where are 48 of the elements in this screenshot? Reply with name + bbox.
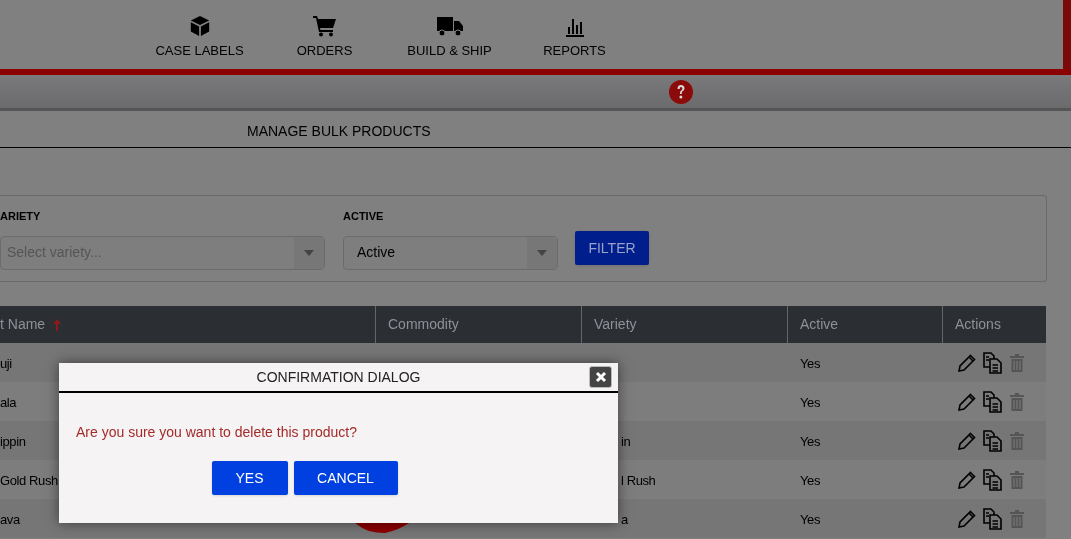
table-cell: Yes	[800, 511, 820, 527]
table-cell: ala	[0, 394, 17, 410]
dialog-button[interactable]: YES	[211, 461, 288, 495]
table-cell: ava	[0, 511, 20, 527]
header-edge	[1063, 0, 1071, 69]
pencil-icon[interactable]	[958, 431, 976, 450]
table-cell: uji	[0, 355, 12, 371]
pencil-icon[interactable]	[958, 392, 976, 411]
dialog-button[interactable]: CANCEL	[293, 461, 398, 495]
nav-item[interactable]: REPORTS	[512, 15, 637, 61]
nav-item[interactable]: ORDERS	[262, 15, 387, 61]
copy-icon[interactable]	[982, 429, 1004, 452]
table-cell: Yes	[800, 433, 820, 449]
table-cell: Gold Rush	[0, 472, 58, 488]
column-header[interactable]: t Name	[0, 306, 375, 343]
dialog-message: Are you sure you want to delete this product?	[76, 423, 358, 442]
table-cell: ippin	[0, 433, 26, 449]
copy-icon[interactable]	[982, 468, 1004, 491]
table-cell: Yes	[800, 355, 820, 371]
caret-icon	[537, 249, 547, 256]
table-cell: l Rush	[621, 472, 656, 488]
nav-item[interactable]: BUILD & SHIP	[387, 15, 512, 61]
help-icon[interactable]	[669, 79, 693, 104]
close-icon	[594, 371, 607, 383]
dialog-title: CONFIRMATION DIALOG	[256, 367, 421, 387]
truck-icon	[436, 15, 463, 37]
table-cell: Yes	[800, 472, 820, 488]
filter-button[interactable]: FILTER	[575, 231, 649, 265]
select-value: Active	[356, 243, 397, 262]
copy-icon[interactable]	[982, 351, 1004, 374]
copy-icon[interactable]	[982, 390, 1004, 413]
pencil-icon[interactable]	[958, 470, 976, 489]
field-label: ARIETY	[0, 209, 42, 224]
nav-item[interactable]: CASE LABELS	[137, 15, 262, 61]
table-cell: Yes	[800, 394, 820, 410]
field-label: ACTIVE	[343, 209, 385, 224]
pencil-icon[interactable]	[958, 509, 976, 528]
cube-icon	[188, 15, 211, 37]
select-field[interactable]: Active	[343, 235, 558, 270]
table-cell: a	[621, 511, 628, 527]
loading-spinner-icon	[355, 523, 409, 533]
close-button[interactable]	[589, 366, 612, 388]
table-cell: in	[621, 433, 631, 449]
caret-icon	[304, 249, 314, 256]
pencil-icon[interactable]	[958, 353, 976, 372]
cart-icon	[312, 15, 337, 37]
copy-icon[interactable]	[982, 507, 1004, 530]
page-title: MANAGE BULK PRODUCTS	[247, 122, 431, 141]
